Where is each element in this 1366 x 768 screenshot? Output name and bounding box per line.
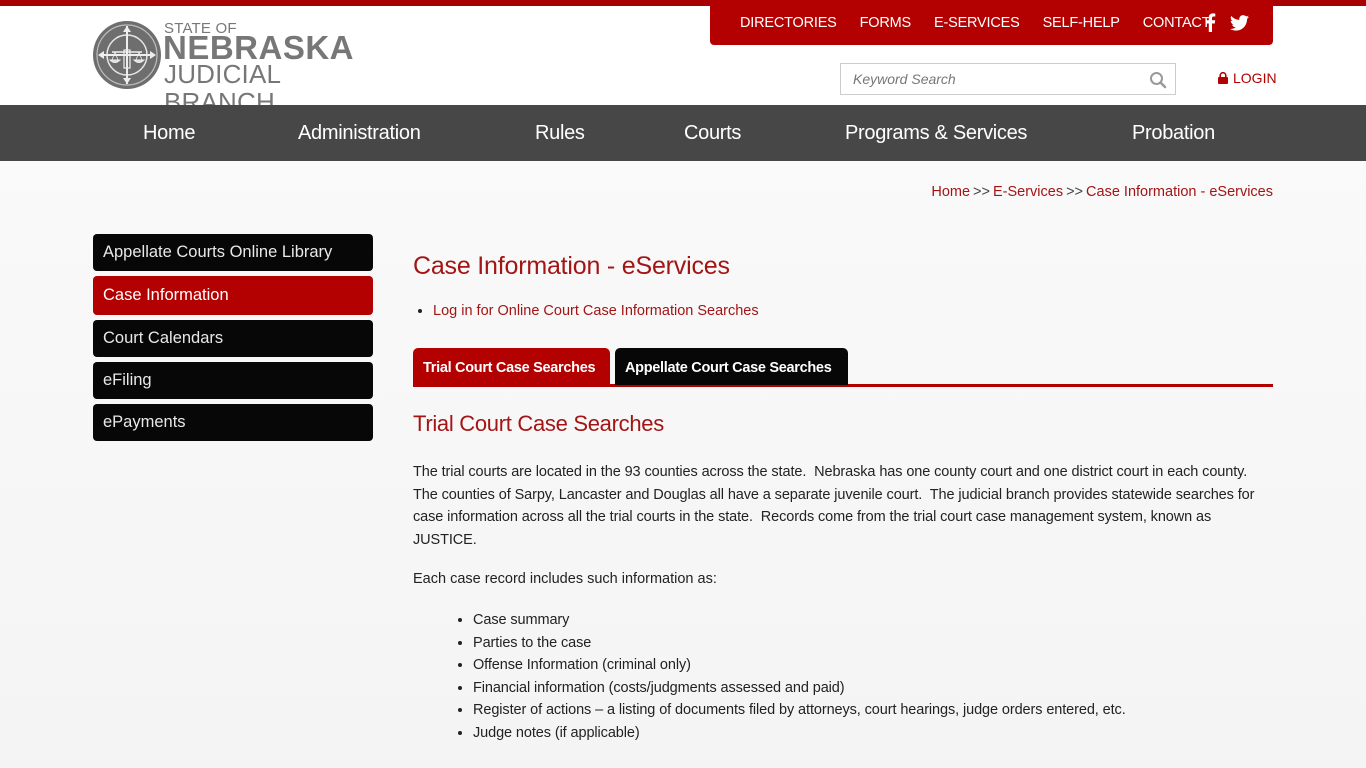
- judicial-seal-icon: [93, 21, 161, 89]
- breadcrumb: Home >> E-Services >> Case Information - eSe…: [931, 184, 1273, 200]
- facebook-icon[interactable]: [1205, 13, 1216, 37]
- breadcrumb-e-services[interactable]: E-Services: [993, 184, 1063, 200]
- list-item: Log in for Online Court Case Information…: [433, 303, 1273, 319]
- list-item: Judge notes (if applicable): [473, 722, 1273, 745]
- search-input[interactable]: [841, 64, 1131, 94]
- main-nav-administration[interactable]: Administration: [298, 105, 421, 161]
- social-links: [1205, 13, 1249, 37]
- site-logo[interactable]: STATE OF NEBRASKA JUDICIAL BRANCH: [92, 20, 392, 116]
- login-label: LOGIN: [1233, 70, 1277, 86]
- main-nav-rules[interactable]: Rules: [535, 105, 585, 161]
- sidebar-item-epayments[interactable]: ePayments: [93, 404, 373, 441]
- sidebar-item-court-calendars[interactable]: Court Calendars: [93, 320, 373, 357]
- list-item: Financial information (costs/judgments a…: [473, 677, 1273, 700]
- sidebar-item-case-information[interactable]: Case Information: [93, 276, 373, 315]
- main-nav-programs-services[interactable]: Programs & Services: [845, 105, 1027, 161]
- case-record-intro: Each case record includes such informati…: [413, 571, 717, 588]
- utility-nav-e-services[interactable]: E-SERVICES: [934, 15, 1020, 31]
- keyword-search: [840, 63, 1176, 95]
- case-record-info-list: Case summary Parties to the case Offense…: [413, 609, 1273, 744]
- login-links-list: Log in for Online Court Case Information…: [413, 303, 1273, 319]
- tab-trial-court-case-searches[interactable]: Trial Court Case Searches: [413, 348, 610, 385]
- sidebar: Appellate Courts Online Library Case Inf…: [93, 234, 373, 446]
- main-content: Case Information - eServices Log in for …: [413, 252, 1273, 744]
- case-search-tabs: Trial Court Case Searches Appellate Cour…: [413, 348, 1273, 387]
- breadcrumb-separator: >>: [973, 184, 990, 200]
- utility-nav-self-help[interactable]: SELF-HELP: [1043, 15, 1120, 31]
- section-title: Trial Court Case Searches: [413, 411, 664, 436]
- sidebar-item-appellate-courts-online-library[interactable]: Appellate Courts Online Library: [93, 234, 373, 271]
- main-nav-home[interactable]: Home: [143, 105, 195, 161]
- twitter-icon[interactable]: [1230, 14, 1249, 36]
- breadcrumb-home[interactable]: Home: [931, 184, 970, 200]
- list-item: Parties to the case: [473, 632, 1273, 655]
- utility-nav-contact[interactable]: CONTACT: [1143, 15, 1211, 31]
- lock-icon: [1218, 72, 1228, 84]
- list-item: Offense Information (criminal only): [473, 654, 1273, 677]
- utility-nav-forms[interactable]: FORMS: [860, 15, 912, 31]
- main-nav: Home Administration Rules Courts Program…: [0, 105, 1366, 161]
- page-title: Case Information - eServices: [413, 252, 730, 280]
- breadcrumb-separator: >>: [1066, 184, 1084, 200]
- sidebar-item-efiling[interactable]: eFiling: [93, 362, 373, 399]
- site-header: STATE OF NEBRASKA JUDICIAL BRANCH DIRECT…: [0, 0, 1366, 116]
- search-icon[interactable]: [1149, 71, 1167, 89]
- list-item: Case summary: [473, 609, 1273, 632]
- list-item: Register of actions – a listing of docum…: [473, 699, 1273, 722]
- trial-courts-description: The trial courts are located in the 93 c…: [413, 464, 1255, 548]
- online-case-search-login-link[interactable]: Log in for Online Court Case Information…: [433, 303, 759, 319]
- main-nav-probation[interactable]: Probation: [1132, 105, 1215, 161]
- breadcrumb-current[interactable]: Case Information - eServices: [1086, 184, 1273, 200]
- login-link[interactable]: LOGIN: [1218, 70, 1277, 86]
- utility-nav: DIRECTORIES FORMS E-SERVICES SELF-HELP C…: [710, 0, 1273, 45]
- tab-appellate-court-case-searches[interactable]: Appellate Court Case Searches: [615, 348, 848, 385]
- utility-nav-directories[interactable]: DIRECTORIES: [740, 15, 837, 31]
- main-nav-courts[interactable]: Courts: [684, 105, 741, 161]
